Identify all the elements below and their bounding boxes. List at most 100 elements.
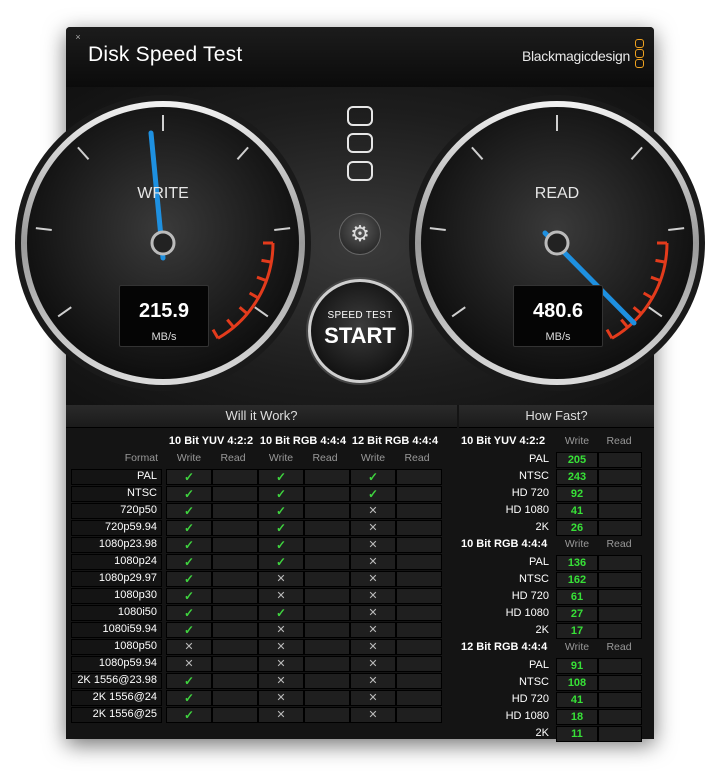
checkmark-icon: ✓: [183, 538, 195, 552]
checkmark-icon: ✓: [183, 555, 195, 569]
format-label: PAL: [529, 556, 549, 568]
settings-gear-icon[interactable]: ⚙: [339, 213, 381, 255]
cross-icon: ✕: [368, 675, 378, 687]
cross-icon: ✕: [368, 641, 378, 653]
checkmark-icon: ✓: [183, 674, 195, 688]
read-cell: [304, 656, 350, 672]
cross-icon: ✕: [276, 590, 286, 602]
read-cell: [212, 571, 258, 587]
read-cell: [396, 486, 442, 502]
checkmark-icon: ✓: [183, 487, 195, 501]
read-cell: [396, 588, 442, 604]
format-label: HD 720: [511, 487, 549, 499]
start-button-label: START: [324, 323, 396, 348]
read-cell: [212, 707, 258, 723]
checkmark-icon: ✓: [183, 470, 195, 484]
read-cell: [396, 554, 442, 570]
read-cell: [304, 605, 350, 621]
read-cell: [396, 520, 442, 536]
format-label: 2K: [535, 727, 549, 739]
read-column-label: Read: [606, 435, 632, 447]
read-cell: [212, 554, 258, 570]
read-cell: [212, 469, 258, 485]
write-column-label: Write: [564, 435, 590, 447]
format-label: 2K: [535, 624, 549, 636]
gauge-tick: [35, 227, 52, 231]
format-label: PAL: [529, 453, 549, 465]
write-speed-value: 92: [570, 488, 584, 500]
format-cell: [71, 588, 162, 604]
format-group-heading: 10 Bit RGB 4:4:4: [259, 435, 347, 447]
format-label: PAL: [529, 659, 549, 671]
read-cell: [598, 555, 642, 571]
results-tables: Will it Work? How Fast? 10 Bit YUV 4:2:2…: [66, 405, 654, 742]
close-icon[interactable]: ×: [74, 33, 82, 42]
checkmark-icon: ✓: [367, 470, 379, 484]
write-speed-value: 108: [567, 677, 587, 689]
read-cell: [212, 486, 258, 502]
read-speed-readout: 480.6 MB/s: [513, 285, 603, 347]
format-cell: [71, 639, 162, 655]
read-cell: [212, 588, 258, 604]
write-speed-value: 205: [567, 454, 587, 466]
app-title: Disk Speed Test: [88, 43, 243, 66]
format-cell: [71, 673, 162, 689]
checkmark-icon: ✓: [275, 606, 287, 620]
cross-icon: ✕: [368, 556, 378, 568]
checkmark-icon: ✓: [275, 504, 287, 518]
checkmark-icon: ✓: [183, 623, 195, 637]
read-cell: [304, 690, 350, 706]
read-cell: [212, 673, 258, 689]
format-label: NTSC: [519, 470, 549, 482]
read-column-label: Read: [606, 538, 632, 550]
title-bar: × Disk Speed Test Blackmagicdesign: [66, 27, 654, 87]
read-cell: [598, 675, 642, 691]
read-cell: [212, 639, 258, 655]
read-cell: [598, 469, 642, 485]
format-label: HD 720: [511, 590, 549, 602]
will-it-work-heading: Will it Work?: [225, 408, 298, 423]
read-cell: [598, 726, 642, 742]
cross-icon: ✕: [184, 641, 194, 653]
cross-icon: ✕: [276, 675, 286, 687]
write-speed-value: 136: [567, 557, 587, 569]
read-gauge-label: READ: [534, 185, 580, 202]
read-cell: [304, 639, 350, 655]
write-speed-value: 162: [567, 574, 587, 586]
checkmark-icon: ✓: [183, 572, 195, 586]
read-cell: [598, 606, 642, 622]
format-label: NTSC: [519, 676, 549, 688]
read-cell: [304, 537, 350, 553]
format-label: NTSC: [519, 573, 549, 585]
format-cell: [71, 707, 162, 723]
write-column-label: Write: [360, 452, 386, 464]
write-speed-value: 26: [570, 522, 584, 534]
format-label: HD 720: [511, 693, 549, 705]
format-cell: [71, 554, 162, 570]
start-button[interactable]: SPEED TEST START: [308, 279, 412, 383]
read-cell: [212, 690, 258, 706]
read-cell: [212, 520, 258, 536]
format-group-heading: 10 Bit YUV 4:2:2: [168, 435, 254, 447]
read-cell: [212, 537, 258, 553]
cross-icon: ✕: [368, 590, 378, 602]
gauge-tick: [668, 227, 685, 231]
read-cell: [304, 554, 350, 570]
cross-icon: ✕: [368, 709, 378, 721]
read-cell: [598, 709, 642, 725]
format-label: 2K: [535, 521, 549, 533]
cross-icon: ✕: [368, 573, 378, 585]
checkmark-icon: ✓: [183, 589, 195, 603]
format-cell: [71, 656, 162, 672]
format-label: HD 1080: [505, 504, 549, 516]
write-speed-unit: MB/s: [151, 331, 177, 343]
checkmark-icon: ✓: [367, 487, 379, 501]
checkmark-icon: ✓: [275, 470, 287, 484]
read-cell: [304, 571, 350, 587]
format-group-heading: 12 Bit RGB 4:4:4: [351, 435, 439, 447]
read-cell: [598, 572, 642, 588]
read-cell: [304, 707, 350, 723]
app-window: × Disk Speed Test Blackmagicdesign WRITE…: [15, 27, 705, 742]
read-cell: [212, 605, 258, 621]
cross-icon: ✕: [276, 573, 286, 585]
